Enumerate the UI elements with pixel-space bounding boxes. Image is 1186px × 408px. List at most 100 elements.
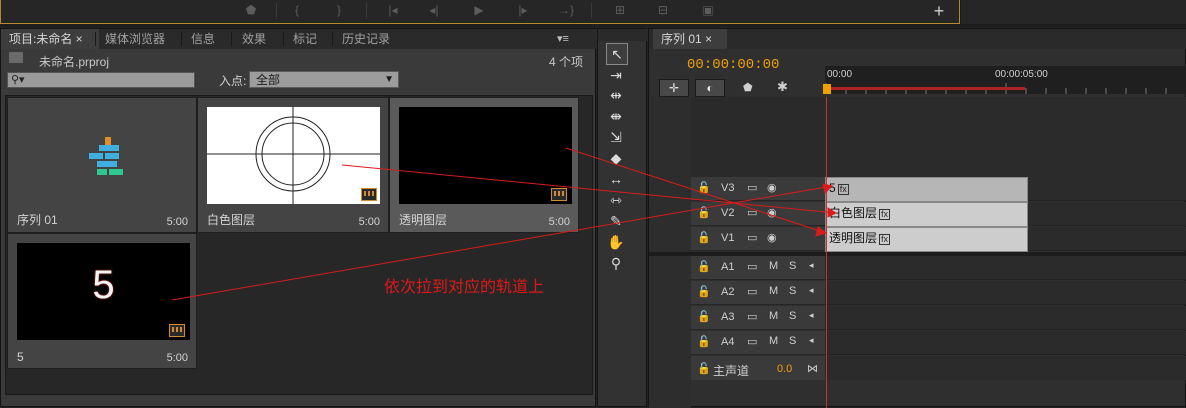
step-forward-icon[interactable]: |▸ [513, 2, 533, 19]
sync-lock-icon[interactable]: ▭ [747, 231, 757, 244]
timecode-display[interactable]: 00:00:00:00 [687, 57, 779, 73]
timeline-panel: 序列 01 × 00:00:00:00 ✛ ◐ ⬟ ✱ 00:00 00:00:… [648, 28, 1186, 408]
mute-button[interactable]: M [769, 260, 778, 272]
linked-selection-icon[interactable]: ◐ [695, 79, 725, 97]
bin-item-transparent-layer[interactable]: 透明图层 5:00 [389, 97, 579, 233]
eye-icon[interactable]: ◉ [767, 181, 777, 194]
work-area-bar[interactable] [827, 87, 1025, 90]
top-right-panel [960, 0, 1186, 24]
mute-button[interactable]: M [769, 285, 778, 297]
sync-lock-icon[interactable]: ▭ [747, 285, 757, 298]
step-back-icon[interactable]: ◂| [424, 2, 444, 19]
bin-item-number-5[interactable]: 5 5 5:00 [7, 233, 197, 369]
go-to-in-icon[interactable]: |◂ [381, 2, 405, 19]
lock-icon[interactable]: 🔓 [697, 285, 711, 298]
snap-icon[interactable]: ✛ [659, 79, 689, 97]
mark-in-icon[interactable]: { [287, 2, 307, 19]
fx-badge-icon: fx [837, 184, 849, 195]
clip-label: 5 [829, 181, 836, 195]
panel-menu-icon[interactable]: ▾≡ [557, 31, 581, 47]
chevron-down-icon: ▼ [384, 74, 394, 85]
lock-icon[interactable]: 🔓 [697, 181, 711, 194]
go-to-out-icon[interactable]: →} [554, 2, 578, 19]
lock-icon[interactable]: 🔓 [697, 206, 711, 219]
add-marker-icon[interactable]: ⬟ [743, 81, 753, 94]
pen-tool-icon[interactable]: ✎ [606, 211, 626, 231]
eye-icon[interactable]: ◉ [767, 231, 777, 244]
tab-history[interactable]: 历史记录 [334, 29, 412, 49]
tab-media-browser[interactable]: 媒体浏览器 [97, 29, 185, 49]
track-name: A2 [721, 286, 735, 298]
selection-tool-icon[interactable]: ↖ [606, 43, 628, 65]
timeline-clip[interactable]: 5 fx [825, 177, 1028, 202]
bin-item-sequence[interactable]: 序列 01 5:00 [7, 97, 197, 233]
inpoint-dropdown[interactable]: 全部 ▼ [249, 71, 399, 88]
crosshair-graphic [207, 107, 380, 204]
bin-item-white-layer[interactable]: 白色图层 5:00 [197, 97, 389, 233]
slide-tool-icon[interactable]: ⇿ [606, 190, 626, 210]
lock-icon[interactable]: 🔓 [697, 362, 711, 375]
master-lane[interactable] [825, 356, 1186, 380]
toolbar-divider [366, 3, 367, 18]
sync-lock-icon[interactable]: ▭ [747, 310, 757, 323]
overwrite-icon[interactable]: ⊟ [652, 2, 674, 19]
solo-button[interactable]: S [789, 285, 796, 297]
track-lane[interactable] [825, 331, 1186, 355]
go-to-end-icon[interactable]: ⋈ [807, 362, 818, 375]
hand-tool-icon[interactable]: ✋ [606, 232, 626, 252]
timeline-clip[interactable]: 透明图层 fx [825, 227, 1028, 252]
solo-button[interactable]: S [789, 335, 796, 347]
razor-tool-icon[interactable]: ◆ [606, 148, 626, 168]
eye-icon[interactable]: ◉ [767, 206, 777, 219]
sync-lock-icon[interactable]: ▭ [747, 260, 757, 273]
playhead-line[interactable] [826, 97, 827, 408]
expand-arrow-icon[interactable]: ◂ [809, 335, 814, 346]
timeline-clip[interactable]: 白色图层 fx [825, 202, 1028, 227]
track-a4: 🔓 A4 ▭ M S ◂ [691, 331, 1186, 355]
lock-icon[interactable]: 🔓 [697, 231, 711, 244]
solo-button[interactable]: S [789, 310, 796, 322]
mute-button[interactable]: M [769, 335, 778, 347]
tab-project[interactable]: 项目:未命名 × [1, 29, 99, 49]
playhead-handle[interactable] [823, 84, 831, 94]
clip-duration: 5:00 [166, 216, 188, 228]
sync-lock-icon[interactable]: ▭ [747, 335, 757, 348]
master-volume-value[interactable]: 0.0 [777, 363, 792, 375]
lock-icon[interactable]: 🔓 [697, 260, 711, 273]
insert-icon[interactable]: ⊞ [609, 2, 631, 19]
zoom-tool-icon[interactable]: ⚲ [606, 253, 626, 273]
expand-arrow-icon[interactable]: ◂ [809, 310, 814, 321]
master-track-name: 主声道 [713, 364, 750, 378]
mute-button[interactable]: M [769, 310, 778, 322]
solo-button[interactable]: S [789, 260, 796, 272]
tab-effects[interactable]: 效果 [234, 29, 282, 49]
tab-sequence-01[interactable]: 序列 01 × [653, 29, 727, 49]
track-select-tool-icon[interactable]: ⇥ [606, 65, 626, 85]
lock-icon[interactable]: 🔓 [697, 335, 711, 348]
track-lane[interactable] [825, 306, 1186, 330]
add-button[interactable]: + [931, 1, 947, 21]
lock-icon[interactable]: 🔓 [697, 310, 711, 323]
wrench-icon[interactable]: ✱ [777, 79, 788, 95]
clip-duration: 5:00 [358, 216, 380, 228]
expand-arrow-icon[interactable]: ◂ [809, 260, 814, 271]
track-lane[interactable] [825, 256, 1186, 280]
sync-lock-icon[interactable]: ▭ [747, 181, 757, 194]
mark-out-icon[interactable]: } [329, 2, 349, 19]
rate-stretch-tool-icon[interactable]: ⇲ [606, 127, 626, 147]
tab-markers[interactable]: 标记 [285, 29, 333, 49]
expand-arrow-icon[interactable]: ◂ [809, 285, 814, 296]
rolling-edit-tool-icon[interactable]: ⇼ [606, 106, 626, 126]
search-input[interactable]: ⚲▾ [7, 72, 195, 88]
slip-tool-icon[interactable]: ↔ [606, 169, 626, 189]
bin-grid: 序列 01 5:00 白色图层 5:00 透明图层 5:00 5 5 5:00 [5, 95, 593, 395]
camera-icon[interactable]: ▣ [697, 2, 719, 19]
ripple-edit-tool-icon[interactable]: ⇹ [606, 85, 626, 105]
tab-info[interactable]: 信息 [183, 29, 231, 49]
track-name: V1 [721, 232, 735, 244]
marker-icon[interactable]: ⬟ [241, 2, 261, 19]
track-lane[interactable] [825, 281, 1186, 305]
sync-lock-icon[interactable]: ▭ [747, 206, 757, 219]
play-icon[interactable]: ▶ [469, 2, 489, 19]
inpoint-value: 全部 [256, 73, 281, 87]
